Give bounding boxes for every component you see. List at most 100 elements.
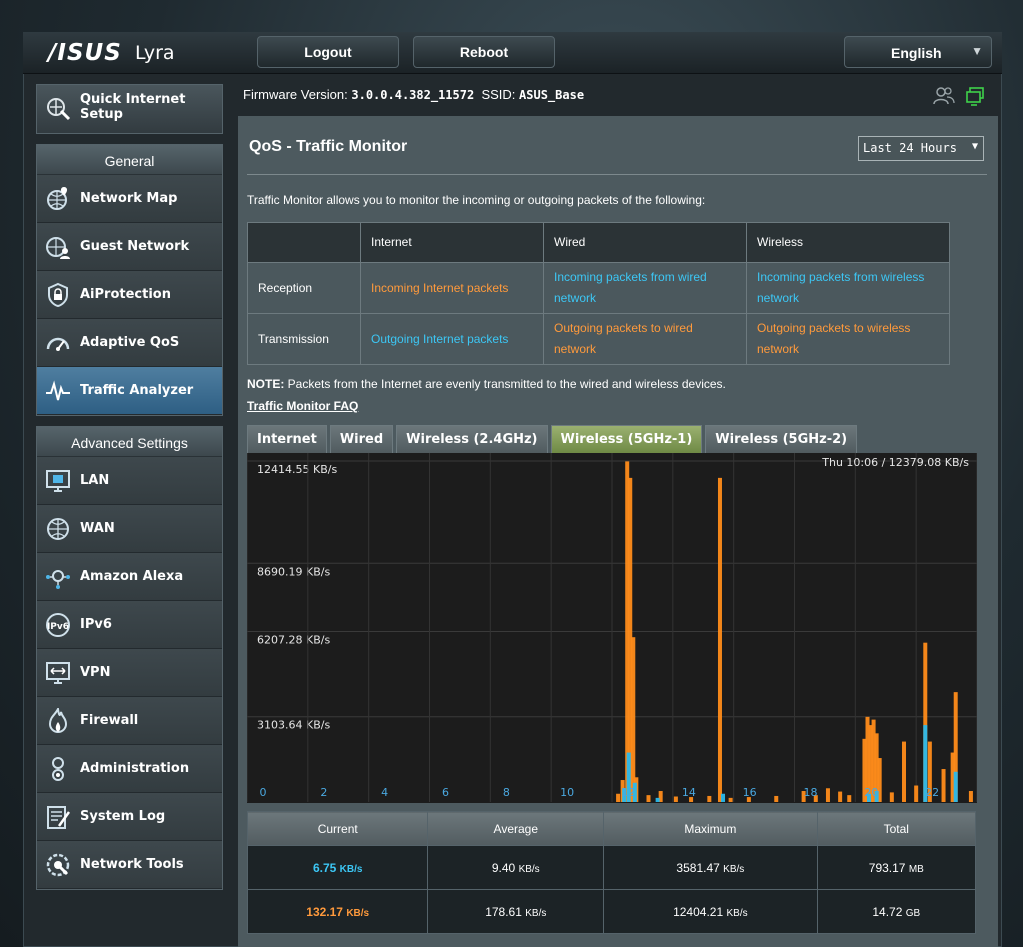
legend-row-label: Transmission [247,313,361,365]
firmware-line: Firmware Version: 3.0.0.4.382_11572 SSID… [243,87,584,102]
sidebar-item-vpn[interactable]: VPN [37,649,222,697]
stats-average: 9.40 KB/s [427,845,605,890]
tab-wireless-2-4ghz[interactable]: Wireless (2.4GHz) [396,425,548,453]
bar-transmission [721,793,726,802]
bar-reception [902,741,906,802]
sidebar-item-aiprotection[interactable]: AiProtection [37,271,222,319]
x-tick-label: 20 [864,786,878,799]
sidebar-advanced: Advanced Settings LAN WAN Amazon Alexa IPv6… [36,426,223,890]
x-tick-label: 16 [743,786,757,799]
stats-header-current: Current [246,811,429,846]
tab-wireless-5ghz-1[interactable]: Wireless (5GHz-1) [550,425,703,453]
x-tick-label: 2 [320,786,327,799]
adaptive-qos-icon [45,330,71,356]
status-icons [933,86,985,111]
chevron-down-icon: ▼ [971,44,983,58]
bar-transmission [655,797,660,802]
sidebar-item-label: System Log [80,809,166,824]
sidebar-item-network-map[interactable]: Network Map [37,175,222,223]
firmware-version[interactable]: 3.0.0.4.382_11572 [351,88,474,102]
stats-maximum: 12404.21 KB/s [603,889,818,934]
traffic-monitor-faq-link[interactable]: Traffic Monitor FAQ [247,399,358,413]
note-text: NOTE: Packets from the Internet are even… [247,377,726,391]
legend-cell: Incoming packets from wireless network [746,262,950,314]
system-log-icon [45,804,71,830]
usb-monitor-icon[interactable] [965,86,985,111]
ipv6-icon: IPv6 [45,612,71,638]
sidebar-item-lan[interactable]: LAN [37,457,222,505]
sidebar-item-administration[interactable]: Administration [37,745,222,793]
reboot-button[interactable]: Reboot [413,36,555,68]
stats-total: 14.72 GB [816,889,977,934]
clients-icon[interactable] [933,86,955,111]
sidebar-item-amazon-alexa[interactable]: Amazon Alexa [37,553,222,601]
bar-reception [889,792,894,802]
tab-internet[interactable]: Internet [247,425,327,453]
bar-reception [646,795,651,802]
sidebar-item-label: Network Tools [80,857,184,872]
bar-reception [707,795,712,802]
stats-current: 6.75 KB/s [246,845,429,890]
bar-reception [631,637,636,802]
sidebar-item-label: Traffic Analyzer [80,383,194,398]
network-tools-icon [45,852,71,878]
asus-logo[interactable]: /ISUS [48,40,122,66]
bar-reception [774,795,779,802]
ssid-label: SSID: [481,87,516,102]
legend-cell: Outgoing packets to wireless network [746,313,950,365]
tab-wireless-5ghz-2[interactable]: Wireless (5GHz-2) [705,425,858,453]
sidebar-item-label: WAN [80,521,115,536]
language-select[interactable]: English ▼ [844,36,992,68]
network-map-icon [45,186,71,212]
bar-reception [914,785,919,802]
y-tick-label: 8690.19 KB/s [257,565,330,578]
logout-button[interactable]: Logout [257,36,399,68]
chart-readout: Thu 10:06 / 12379.08 KB/s [821,456,969,469]
sidebar-item-ipv6[interactable]: IPv6 IPv6 [37,601,222,649]
x-tick-label: 12 [621,786,635,799]
sidebar-item-label: IPv6 [80,617,112,632]
stats-row-transmission: 132.17 KB/s 178.61 KB/s 12404.21 KB/s 14… [246,889,977,934]
sidebar-item-guest-network[interactable]: Guest Network [37,223,222,271]
x-tick-label: 6 [442,786,449,799]
sidebar-item-adaptive-qos[interactable]: Adaptive QoS [37,319,222,367]
time-range-select[interactable]: Last 24 Hours ▼ [858,136,984,161]
interface-tabs: Internet Wired Wireless (2.4GHz) Wireless (… [247,425,858,453]
traffic-chart-svg: 12414.55 KB/s 8690.19 KB/s 6207.28 KB/s 310… [246,453,978,802]
sidebar-item-firewall[interactable]: Firewall [37,697,222,745]
y-tick-label: 3103.64 KB/s [257,719,330,732]
ssid-value: ASUS_Base [519,88,585,102]
administration-icon [45,756,71,782]
sidebar-item-label: AiProtection [80,287,171,302]
x-tick-label: 8 [503,786,510,799]
legend-cell: Incoming packets from wired network [543,262,747,314]
sidebar-item-network-tools[interactable]: Network Tools [37,841,222,889]
sidebar-item-label: Network Map [80,191,178,206]
sidebar-item-label: VPN [80,665,111,680]
traffic-analyzer-icon [45,378,71,404]
sidebar-item-traffic-analyzer[interactable]: Traffic Analyzer [37,367,222,415]
sidebar-item-label: Amazon Alexa [80,569,184,584]
quick-internet-setup-button[interactable]: Quick Internet Setup [36,84,223,134]
bar-reception [847,795,852,802]
bar-reception [941,769,946,802]
legend-header-internet: Internet [360,222,544,263]
stats-maximum: 3581.47 KB/s [603,845,818,890]
bar-reception [968,791,973,802]
packet-legend-table: Internet Wired Wireless Reception Incomi… [247,222,950,365]
y-tick-label: 6207.28 KB/s [257,633,330,646]
bar-transmission [953,771,958,802]
advanced-header: Advanced Settings [37,427,222,457]
traffic-chart[interactable]: 12414.55 KB/s 8690.19 KB/s 6207.28 KB/s 310… [246,453,978,803]
stats-total: 793.17 MB [816,845,977,890]
bar-reception [673,796,678,802]
model-name: Lyra [135,42,175,64]
sidebar-item-label: LAN [80,473,110,488]
sidebar-general: General Network Map Guest Network AiProtec… [36,144,223,416]
guest-network-icon [45,234,71,260]
svg-text:IPv6: IPv6 [47,622,69,632]
stats-header-average: Average [427,811,605,846]
tab-wired[interactable]: Wired [329,425,394,453]
sidebar-item-system-log[interactable]: System Log [37,793,222,841]
sidebar-item-wan[interactable]: WAN [37,505,222,553]
